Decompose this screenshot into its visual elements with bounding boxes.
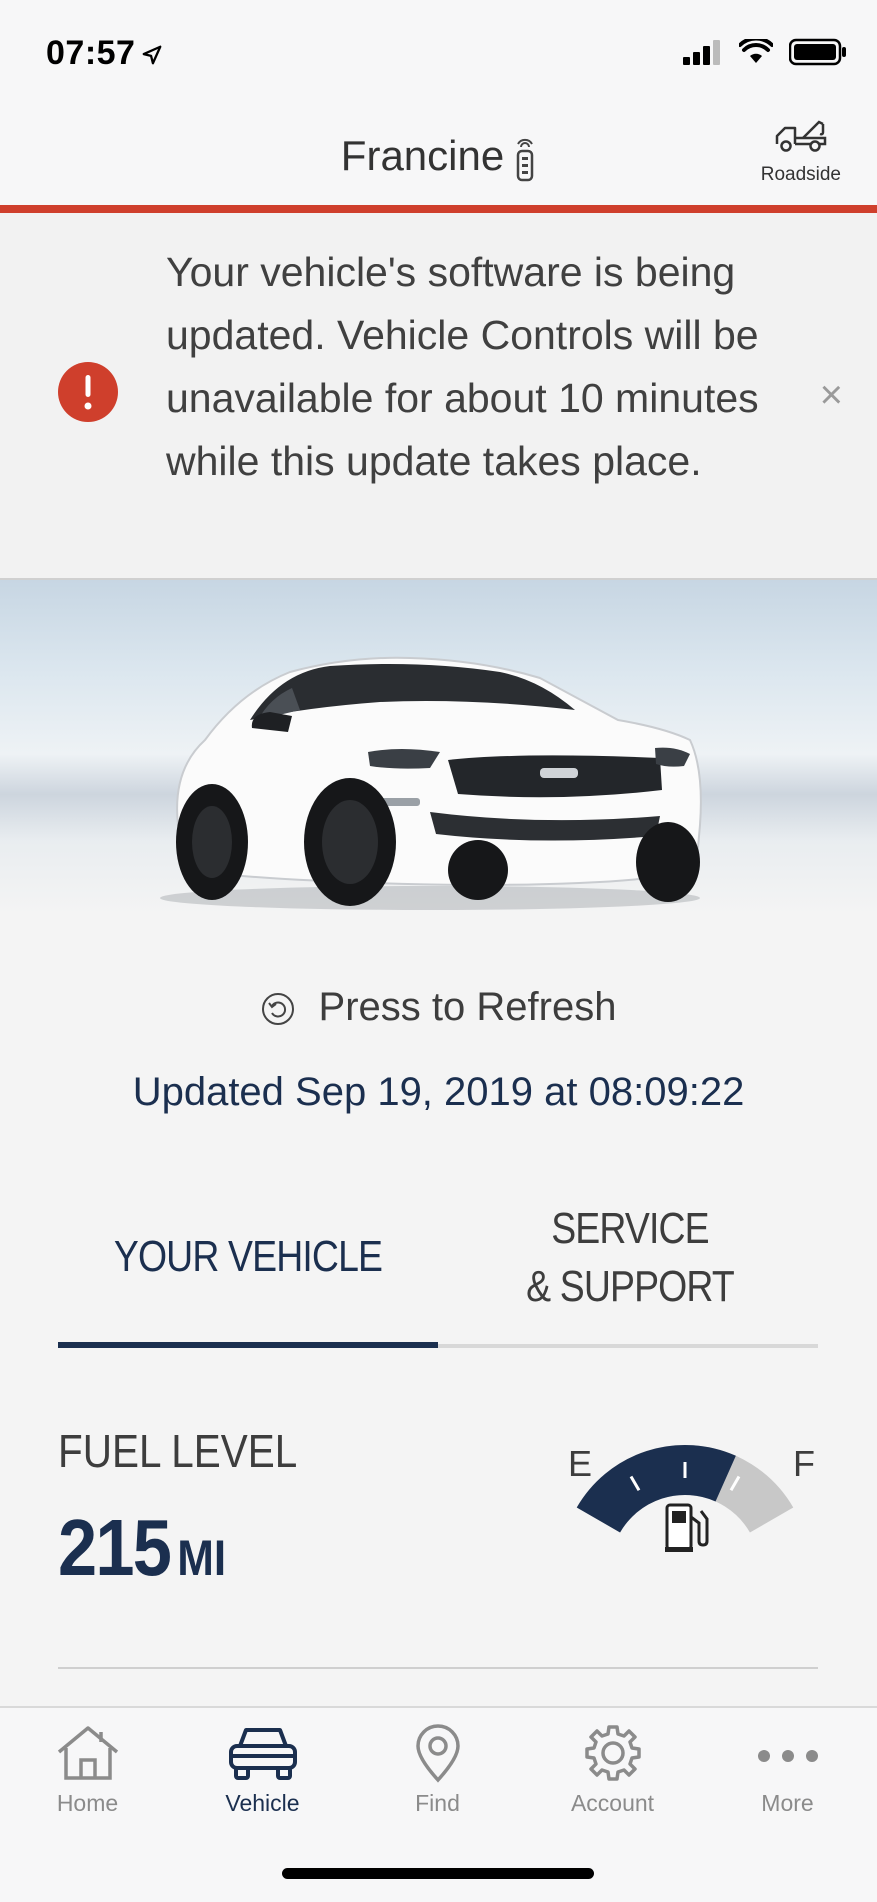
fuel-range-value: 215 — [58, 1503, 172, 1592]
tab-active-indicator — [58, 1342, 438, 1348]
home-indicator — [282, 1868, 594, 1879]
refresh-button[interactable]: Press to Refresh — [0, 985, 877, 1030]
status-time: 07:57 — [46, 34, 163, 73]
wifi-icon — [739, 39, 773, 63]
location-pin-icon — [415, 1724, 460, 1783]
refresh-icon — [261, 993, 294, 1026]
refresh-label: Press to Refresh — [318, 985, 617, 1029]
more-dots-icon — [757, 1750, 818, 1762]
fuel-range-unit: MI — [177, 1530, 227, 1586]
status-icons — [683, 38, 847, 66]
nav-find[interactable]: Find — [350, 1722, 525, 1817]
status-bar: 07:57 — [0, 0, 877, 108]
app-header: Francine Roadside — [0, 108, 877, 208]
nav-find-label: Find — [415, 1790, 460, 1816]
tab-service-line1: SERVICE — [551, 1204, 709, 1253]
alert-close-button[interactable]: × — [820, 373, 843, 418]
last-updated-text: Updated Sep 19, 2019 at 08:09:22 — [132, 1070, 745, 1114]
fuel-full-label: F — [793, 1443, 815, 1484]
tab-service-line2: & SUPPORT — [526, 1262, 735, 1311]
software-update-alert: Your vehicle's software is being updated… — [0, 213, 877, 580]
nav-account[interactable]: Account — [525, 1722, 700, 1817]
nav-home[interactable]: Home — [0, 1722, 175, 1817]
header-accent-bar — [0, 205, 877, 213]
battery-icon — [789, 38, 846, 66]
exclamation-icon — [58, 362, 118, 422]
key-fob-icon — [516, 138, 534, 182]
nav-home-label: Home — [56, 1790, 119, 1816]
fuel-range: 215 MI — [58, 1502, 226, 1594]
fuel-level-label: FUEL LEVEL — [58, 1425, 298, 1477]
vehicle-image — [0, 580, 877, 915]
roadside-button[interactable]: Roadside — [761, 118, 841, 186]
vehicle-name: Francine — [340, 132, 505, 179]
vehicle-selector[interactable]: Francine — [0, 132, 877, 182]
alert-message: Your vehicle's software is being updated… — [166, 249, 759, 484]
roadside-label: Roadside — [760, 164, 841, 185]
nav-vehicle-label: Vehicle — [225, 1790, 300, 1816]
car-icon — [228, 1728, 297, 1780]
section-divider — [58, 1667, 818, 1669]
gear-icon — [584, 1725, 641, 1781]
home-icon — [57, 1726, 118, 1780]
fuel-gauge: E F — [568, 1443, 815, 1552]
fuel-pump-icon — [665, 1503, 709, 1552]
nav-more-label: More — [761, 1790, 814, 1816]
cellular-signal-icon — [683, 40, 720, 65]
tow-truck-icon — [775, 120, 827, 152]
nav-vehicle[interactable]: Vehicle — [175, 1722, 350, 1817]
car-illustration — [160, 656, 702, 910]
fuel-gauge-fill — [576, 1444, 736, 1534]
status-time-text: 07:57 — [46, 34, 136, 72]
nav-account-label: Account — [570, 1790, 655, 1816]
tab-your-vehicle[interactable]: YOUR VEHICLE — [87, 1232, 410, 1282]
tab-service-support[interactable]: SERVICE & SUPPORT — [469, 1200, 792, 1316]
fuel-empty-label: E — [568, 1443, 592, 1484]
location-arrow-icon — [143, 45, 162, 65]
nav-more[interactable]: More — [700, 1722, 875, 1817]
